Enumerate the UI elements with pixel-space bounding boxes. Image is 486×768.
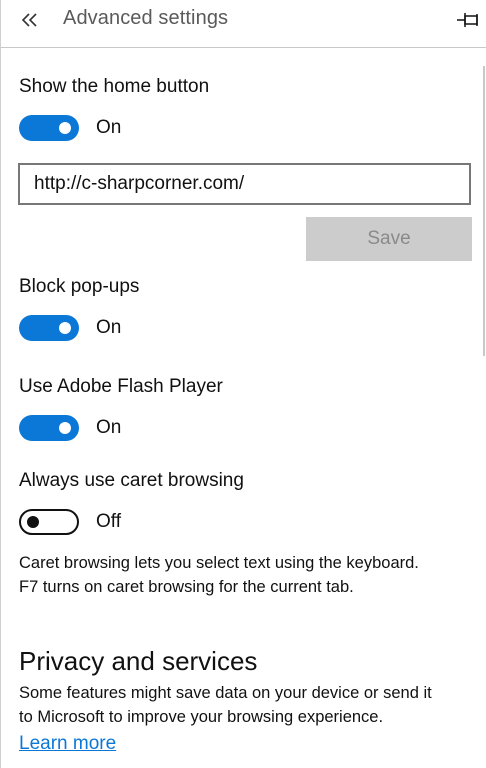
home-url-input[interactable] xyxy=(18,163,471,205)
advanced-settings-panel: Advanced settings Show the home button O… xyxy=(0,0,486,768)
caret-browsing-toggle-state: Off xyxy=(96,511,121,532)
caret-browsing-toggle[interactable] xyxy=(19,509,79,535)
pin-icon xyxy=(457,13,478,27)
caret-description-line-2: F7 turns on caret browsing for the curre… xyxy=(19,578,354,596)
caret-browsing-label: Always use caret browsing xyxy=(19,470,244,491)
learn-more-link[interactable]: Learn more xyxy=(19,733,116,755)
save-button[interactable]: Save xyxy=(306,217,472,261)
toggle-knob xyxy=(59,322,71,334)
back-button[interactable] xyxy=(19,6,49,34)
home-button-toggle[interactable] xyxy=(19,115,79,141)
block-popups-toggle-state: On xyxy=(96,317,122,338)
caret-description-line-1: Caret browsing lets you select text usin… xyxy=(19,554,419,572)
flash-player-toggle[interactable] xyxy=(19,415,79,441)
caret-browsing-description: Caret browsing lets you select text usin… xyxy=(19,551,479,599)
toggle-knob xyxy=(59,122,71,134)
toggle-knob xyxy=(27,516,39,528)
panel-title: Advanced settings xyxy=(63,7,229,29)
home-button-label: Show the home button xyxy=(19,76,210,97)
toggle-knob xyxy=(59,422,71,434)
privacy-description-line-2: to Microsoft to improve your browsing ex… xyxy=(19,708,384,726)
block-popups-toggle[interactable] xyxy=(19,315,79,341)
panel-header: Advanced settings xyxy=(1,0,486,48)
privacy-description-line-1: Some features might save data on your de… xyxy=(19,684,432,702)
double-chevron-left-icon xyxy=(21,13,37,27)
flash-player-toggle-state: On xyxy=(96,417,122,438)
home-button-toggle-state: On xyxy=(96,117,122,138)
pin-button[interactable] xyxy=(456,10,482,30)
flash-player-label: Use Adobe Flash Player xyxy=(19,376,223,397)
block-popups-label: Block pop-ups xyxy=(19,276,140,297)
scrollbar[interactable] xyxy=(483,66,485,356)
privacy-section-heading: Privacy and services xyxy=(19,646,258,676)
privacy-description: Some features might save data on your de… xyxy=(19,681,479,729)
